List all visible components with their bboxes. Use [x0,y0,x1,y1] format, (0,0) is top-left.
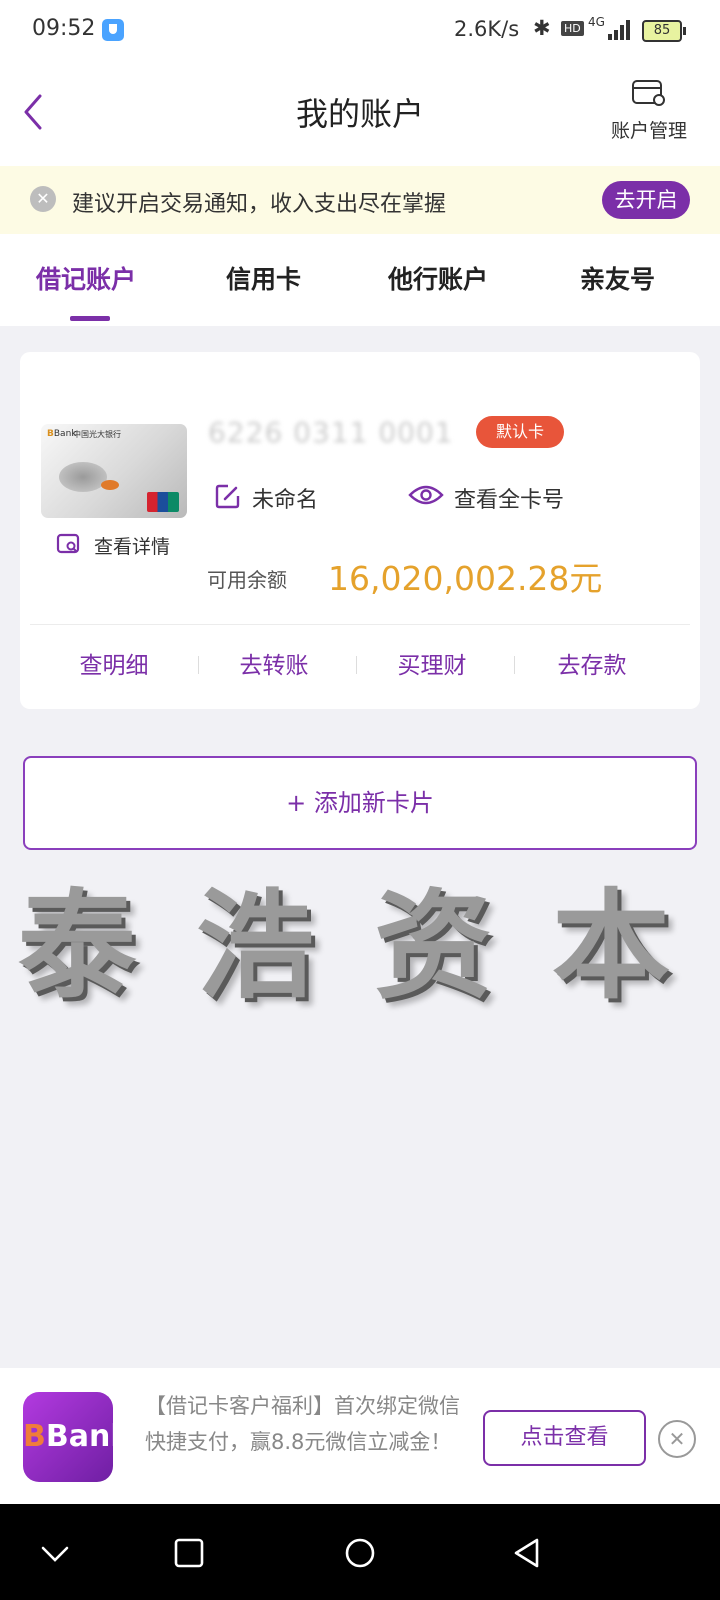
view-details-label: 查看详情 [94,536,171,558]
nav-collapse-icon[interactable] [38,1536,72,1570]
bluetooth-icon: ✱ [533,16,551,40]
unionpay-logo [147,492,179,512]
available-balance-label: 可用余额 [207,568,287,592]
add-new-card-button[interactable]: + 添加新卡片 [23,756,697,850]
tab-credit-card[interactable]: 信用卡 [226,260,301,296]
tab-family-account[interactable]: 亲友号 [580,260,655,296]
battery-icon: 85 [642,20,686,42]
card-divider [30,624,690,625]
nav-home-icon[interactable] [343,1536,377,1570]
nav-recents-icon[interactable] [172,1536,206,1570]
buy-wealth-product-button[interactable]: 买理财 [352,646,512,680]
status-bar: 09:52 2.6K/s ✱ HD 4G 85 [0,0,720,62]
edit-icon [215,484,240,509]
promo-banner: BBank 【借记卡客户福利】首次绑定微信快捷支付，赢8.8元微信立减金！ 点击… [0,1368,720,1504]
tab-debit-account[interactable]: 借记账户 [36,260,136,296]
notification-banner: ✕ 建议开启交易通知，收入支出尽在掌握 去开启 [0,166,720,234]
watermark-char: 资 [374,876,493,1015]
status-time: 09:52 [32,16,96,41]
deposit-button[interactable]: 去存款 [512,646,672,680]
eye-icon [408,485,444,505]
card-bank-name: 中国光大银行 [73,430,121,439]
card-number-masked: 6226 0311 0001 [208,416,454,449]
view-full-number-label: 查看全卡号 [454,488,565,513]
bank-card-image[interactable]: BBank 中国光大银行 [41,424,187,518]
view-transactions-button[interactable]: 查明细 [34,646,194,680]
promo-view-button[interactable]: 点击查看 [483,1410,646,1466]
close-banner-icon[interactable]: ✕ [30,186,56,212]
account-card: BBank 中国光大银行 6226 0311 0001 默认卡 未命名 查看全卡… [20,352,700,709]
bank-app-logo: BBank [23,1392,130,1482]
account-manage-label: 账户管理 [610,120,687,142]
app-header: 我的账户 账户管理 [0,62,720,166]
watermark-char: 本 [552,876,671,1015]
signal-icon [608,20,632,40]
watermark-char: 浩 [196,876,315,1015]
enable-notification-button[interactable]: 去开启 [602,181,690,219]
hd-badge: HD [561,21,584,36]
network-speed: 2.6K/s [454,17,520,41]
rename-label: 未命名 [252,488,319,513]
transfer-button[interactable]: 去转账 [194,646,354,680]
nav-back-icon[interactable] [510,1536,544,1570]
wallet-settings-icon [632,80,665,106]
system-nav-bar [0,1504,720,1600]
promo-text: 【借记卡客户福利】首次绑定微信快捷支付，赢8.8元微信立减金！ [145,1394,460,1454]
default-card-badge: 默认卡 [476,416,564,448]
card-fish-art [101,480,119,490]
available-balance-value: 16,020,002.28元 [328,559,603,598]
network-type: 4G [588,15,605,29]
security-shield-icon [102,19,124,41]
card-lotus-art [59,462,107,492]
tab-other-bank-account[interactable]: 他行账户 [388,260,488,296]
details-icon [56,533,80,554]
account-manage-button[interactable]: 账户管理 [606,78,692,143]
active-tab-indicator [70,316,110,321]
watermark-char: 泰 [18,876,137,1015]
banner-text: 建议开启交易通知，收入支出尽在掌握 [72,192,447,217]
account-tabs: 借记账户 信用卡 他行账户 亲友号 [0,234,720,326]
close-promo-icon[interactable]: ✕ [658,1420,696,1458]
